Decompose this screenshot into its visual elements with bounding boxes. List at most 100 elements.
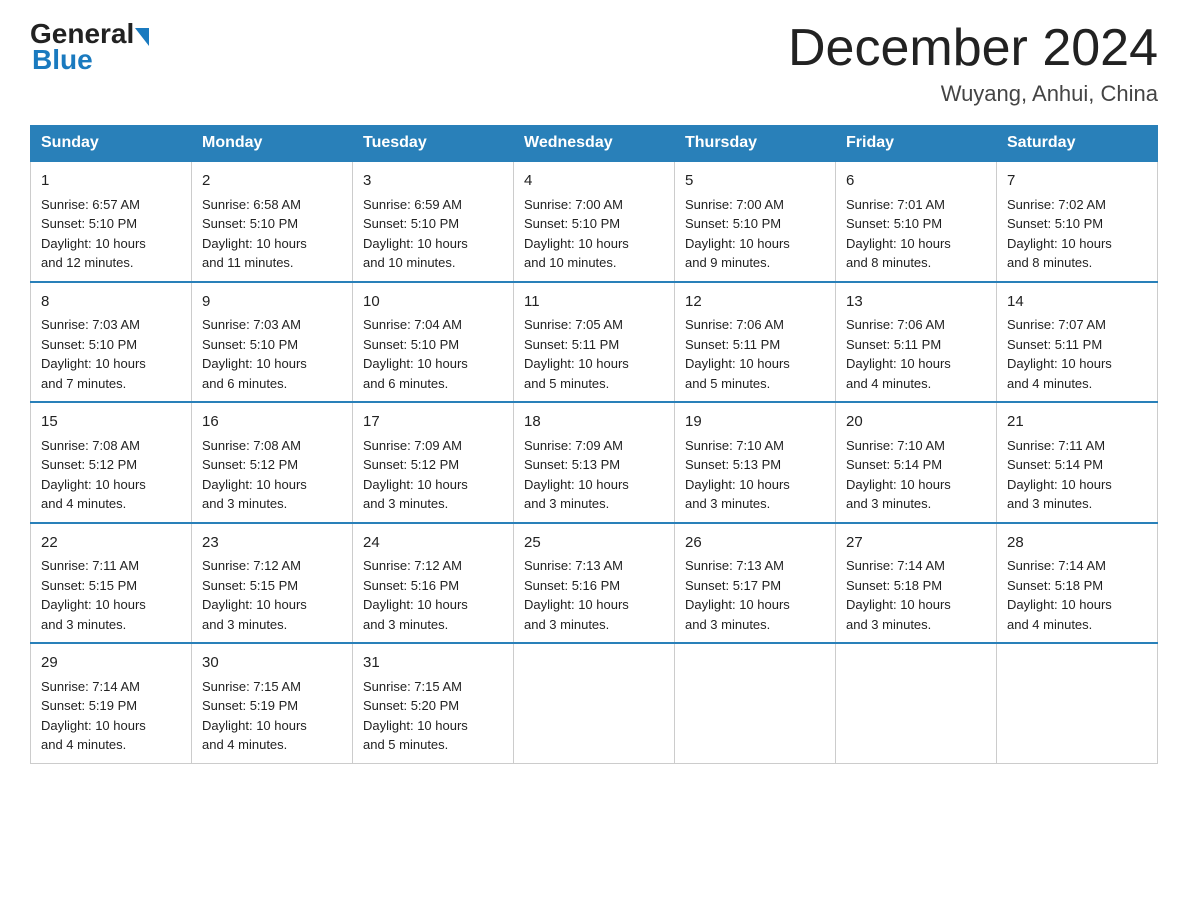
calendar-cell: 25Sunrise: 7:13 AMSunset: 5:16 PMDayligh…: [514, 523, 675, 644]
day-number: 25: [524, 532, 664, 555]
day-number: 15: [41, 411, 181, 434]
cell-content: Sunrise: 7:13 AMSunset: 5:17 PMDaylight:…: [685, 556, 825, 634]
logo-blue-text: Blue: [32, 44, 93, 75]
day-number: 11: [524, 291, 664, 314]
calendar-cell: 30Sunrise: 7:15 AMSunset: 5:19 PMDayligh…: [192, 643, 353, 763]
cell-content: Sunrise: 7:08 AMSunset: 5:12 PMDaylight:…: [202, 436, 342, 514]
calendar-cell: 17Sunrise: 7:09 AMSunset: 5:12 PMDayligh…: [353, 402, 514, 523]
cell-content: Sunrise: 7:09 AMSunset: 5:12 PMDaylight:…: [363, 436, 503, 514]
cell-content: Sunrise: 7:03 AMSunset: 5:10 PMDaylight:…: [202, 315, 342, 393]
cell-content: Sunrise: 7:14 AMSunset: 5:18 PMDaylight:…: [846, 556, 986, 634]
weekday-header-row: SundayMondayTuesdayWednesdayThursdayFrid…: [31, 126, 1158, 162]
cell-content: Sunrise: 6:58 AMSunset: 5:10 PMDaylight:…: [202, 195, 342, 273]
cell-content: Sunrise: 7:11 AMSunset: 5:15 PMDaylight:…: [41, 556, 181, 634]
day-number: 18: [524, 411, 664, 434]
day-number: 30: [202, 652, 342, 675]
calendar-cell: 5Sunrise: 7:00 AMSunset: 5:10 PMDaylight…: [675, 161, 836, 282]
weekday-header-sunday: Sunday: [31, 126, 192, 162]
calendar-cell: 31Sunrise: 7:15 AMSunset: 5:20 PMDayligh…: [353, 643, 514, 763]
cell-content: Sunrise: 7:00 AMSunset: 5:10 PMDaylight:…: [685, 195, 825, 273]
cell-content: Sunrise: 7:00 AMSunset: 5:10 PMDaylight:…: [524, 195, 664, 273]
calendar-cell: 24Sunrise: 7:12 AMSunset: 5:16 PMDayligh…: [353, 523, 514, 644]
day-number: 31: [363, 652, 503, 675]
calendar-table: SundayMondayTuesdayWednesdayThursdayFrid…: [30, 125, 1158, 764]
cell-content: Sunrise: 7:01 AMSunset: 5:10 PMDaylight:…: [846, 195, 986, 273]
day-number: 19: [685, 411, 825, 434]
cell-content: Sunrise: 7:06 AMSunset: 5:11 PMDaylight:…: [685, 315, 825, 393]
cell-content: Sunrise: 7:12 AMSunset: 5:15 PMDaylight:…: [202, 556, 342, 634]
calendar-cell: 6Sunrise: 7:01 AMSunset: 5:10 PMDaylight…: [836, 161, 997, 282]
calendar-cell: 10Sunrise: 7:04 AMSunset: 5:10 PMDayligh…: [353, 282, 514, 403]
day-number: 12: [685, 291, 825, 314]
calendar-cell: 13Sunrise: 7:06 AMSunset: 5:11 PMDayligh…: [836, 282, 997, 403]
logo: General Blue: [30, 20, 151, 76]
calendar-cell: 29Sunrise: 7:14 AMSunset: 5:19 PMDayligh…: [31, 643, 192, 763]
day-number: 28: [1007, 532, 1147, 555]
day-number: 6: [846, 170, 986, 193]
weekday-header-friday: Friday: [836, 126, 997, 162]
calendar-cell: 28Sunrise: 7:14 AMSunset: 5:18 PMDayligh…: [997, 523, 1158, 644]
logo-triangle-icon: [135, 28, 149, 46]
cell-content: Sunrise: 7:05 AMSunset: 5:11 PMDaylight:…: [524, 315, 664, 393]
day-number: 21: [1007, 411, 1147, 434]
calendar-cell: 20Sunrise: 7:10 AMSunset: 5:14 PMDayligh…: [836, 402, 997, 523]
cell-content: Sunrise: 7:14 AMSunset: 5:19 PMDaylight:…: [41, 677, 181, 755]
cell-content: Sunrise: 7:02 AMSunset: 5:10 PMDaylight:…: [1007, 195, 1147, 273]
calendar-cell: [997, 643, 1158, 763]
location: Wuyang, Anhui, China: [788, 81, 1158, 107]
day-number: 17: [363, 411, 503, 434]
day-number: 16: [202, 411, 342, 434]
calendar-cell: 18Sunrise: 7:09 AMSunset: 5:13 PMDayligh…: [514, 402, 675, 523]
weekday-header-saturday: Saturday: [997, 126, 1158, 162]
calendar-week-row: 8Sunrise: 7:03 AMSunset: 5:10 PMDaylight…: [31, 282, 1158, 403]
calendar-cell: 12Sunrise: 7:06 AMSunset: 5:11 PMDayligh…: [675, 282, 836, 403]
calendar-week-row: 22Sunrise: 7:11 AMSunset: 5:15 PMDayligh…: [31, 523, 1158, 644]
day-number: 22: [41, 532, 181, 555]
calendar-cell: 16Sunrise: 7:08 AMSunset: 5:12 PMDayligh…: [192, 402, 353, 523]
day-number: 7: [1007, 170, 1147, 193]
weekday-header-monday: Monday: [192, 126, 353, 162]
day-number: 5: [685, 170, 825, 193]
calendar-cell: 8Sunrise: 7:03 AMSunset: 5:10 PMDaylight…: [31, 282, 192, 403]
cell-content: Sunrise: 7:15 AMSunset: 5:19 PMDaylight:…: [202, 677, 342, 755]
cell-content: Sunrise: 7:03 AMSunset: 5:10 PMDaylight:…: [41, 315, 181, 393]
calendar-cell: 26Sunrise: 7:13 AMSunset: 5:17 PMDayligh…: [675, 523, 836, 644]
calendar-cell: 9Sunrise: 7:03 AMSunset: 5:10 PMDaylight…: [192, 282, 353, 403]
calendar-cell: 21Sunrise: 7:11 AMSunset: 5:14 PMDayligh…: [997, 402, 1158, 523]
day-number: 24: [363, 532, 503, 555]
cell-content: Sunrise: 7:08 AMSunset: 5:12 PMDaylight:…: [41, 436, 181, 514]
cell-content: Sunrise: 7:10 AMSunset: 5:14 PMDaylight:…: [846, 436, 986, 514]
cell-content: Sunrise: 7:12 AMSunset: 5:16 PMDaylight:…: [363, 556, 503, 634]
day-number: 13: [846, 291, 986, 314]
calendar-week-row: 1Sunrise: 6:57 AMSunset: 5:10 PMDaylight…: [31, 161, 1158, 282]
day-number: 9: [202, 291, 342, 314]
weekday-header-thursday: Thursday: [675, 126, 836, 162]
day-number: 1: [41, 170, 181, 193]
cell-content: Sunrise: 7:06 AMSunset: 5:11 PMDaylight:…: [846, 315, 986, 393]
month-title: December 2024: [788, 20, 1158, 77]
calendar-cell: 1Sunrise: 6:57 AMSunset: 5:10 PMDaylight…: [31, 161, 192, 282]
day-number: 3: [363, 170, 503, 193]
page-header: General Blue December 2024 Wuyang, Anhui…: [30, 20, 1158, 107]
calendar-cell: [675, 643, 836, 763]
title-block: December 2024 Wuyang, Anhui, China: [788, 20, 1158, 107]
day-number: 29: [41, 652, 181, 675]
day-number: 8: [41, 291, 181, 314]
cell-content: Sunrise: 7:07 AMSunset: 5:11 PMDaylight:…: [1007, 315, 1147, 393]
calendar-cell: 4Sunrise: 7:00 AMSunset: 5:10 PMDaylight…: [514, 161, 675, 282]
day-number: 4: [524, 170, 664, 193]
cell-content: Sunrise: 6:59 AMSunset: 5:10 PMDaylight:…: [363, 195, 503, 273]
cell-content: Sunrise: 7:13 AMSunset: 5:16 PMDaylight:…: [524, 556, 664, 634]
calendar-cell: 11Sunrise: 7:05 AMSunset: 5:11 PMDayligh…: [514, 282, 675, 403]
day-number: 2: [202, 170, 342, 193]
calendar-cell: 23Sunrise: 7:12 AMSunset: 5:15 PMDayligh…: [192, 523, 353, 644]
calendar-cell: 7Sunrise: 7:02 AMSunset: 5:10 PMDaylight…: [997, 161, 1158, 282]
day-number: 20: [846, 411, 986, 434]
calendar-cell: 3Sunrise: 6:59 AMSunset: 5:10 PMDaylight…: [353, 161, 514, 282]
calendar-cell: 27Sunrise: 7:14 AMSunset: 5:18 PMDayligh…: [836, 523, 997, 644]
calendar-cell: 22Sunrise: 7:11 AMSunset: 5:15 PMDayligh…: [31, 523, 192, 644]
day-number: 23: [202, 532, 342, 555]
day-number: 27: [846, 532, 986, 555]
calendar-cell: [514, 643, 675, 763]
calendar-cell: 2Sunrise: 6:58 AMSunset: 5:10 PMDaylight…: [192, 161, 353, 282]
